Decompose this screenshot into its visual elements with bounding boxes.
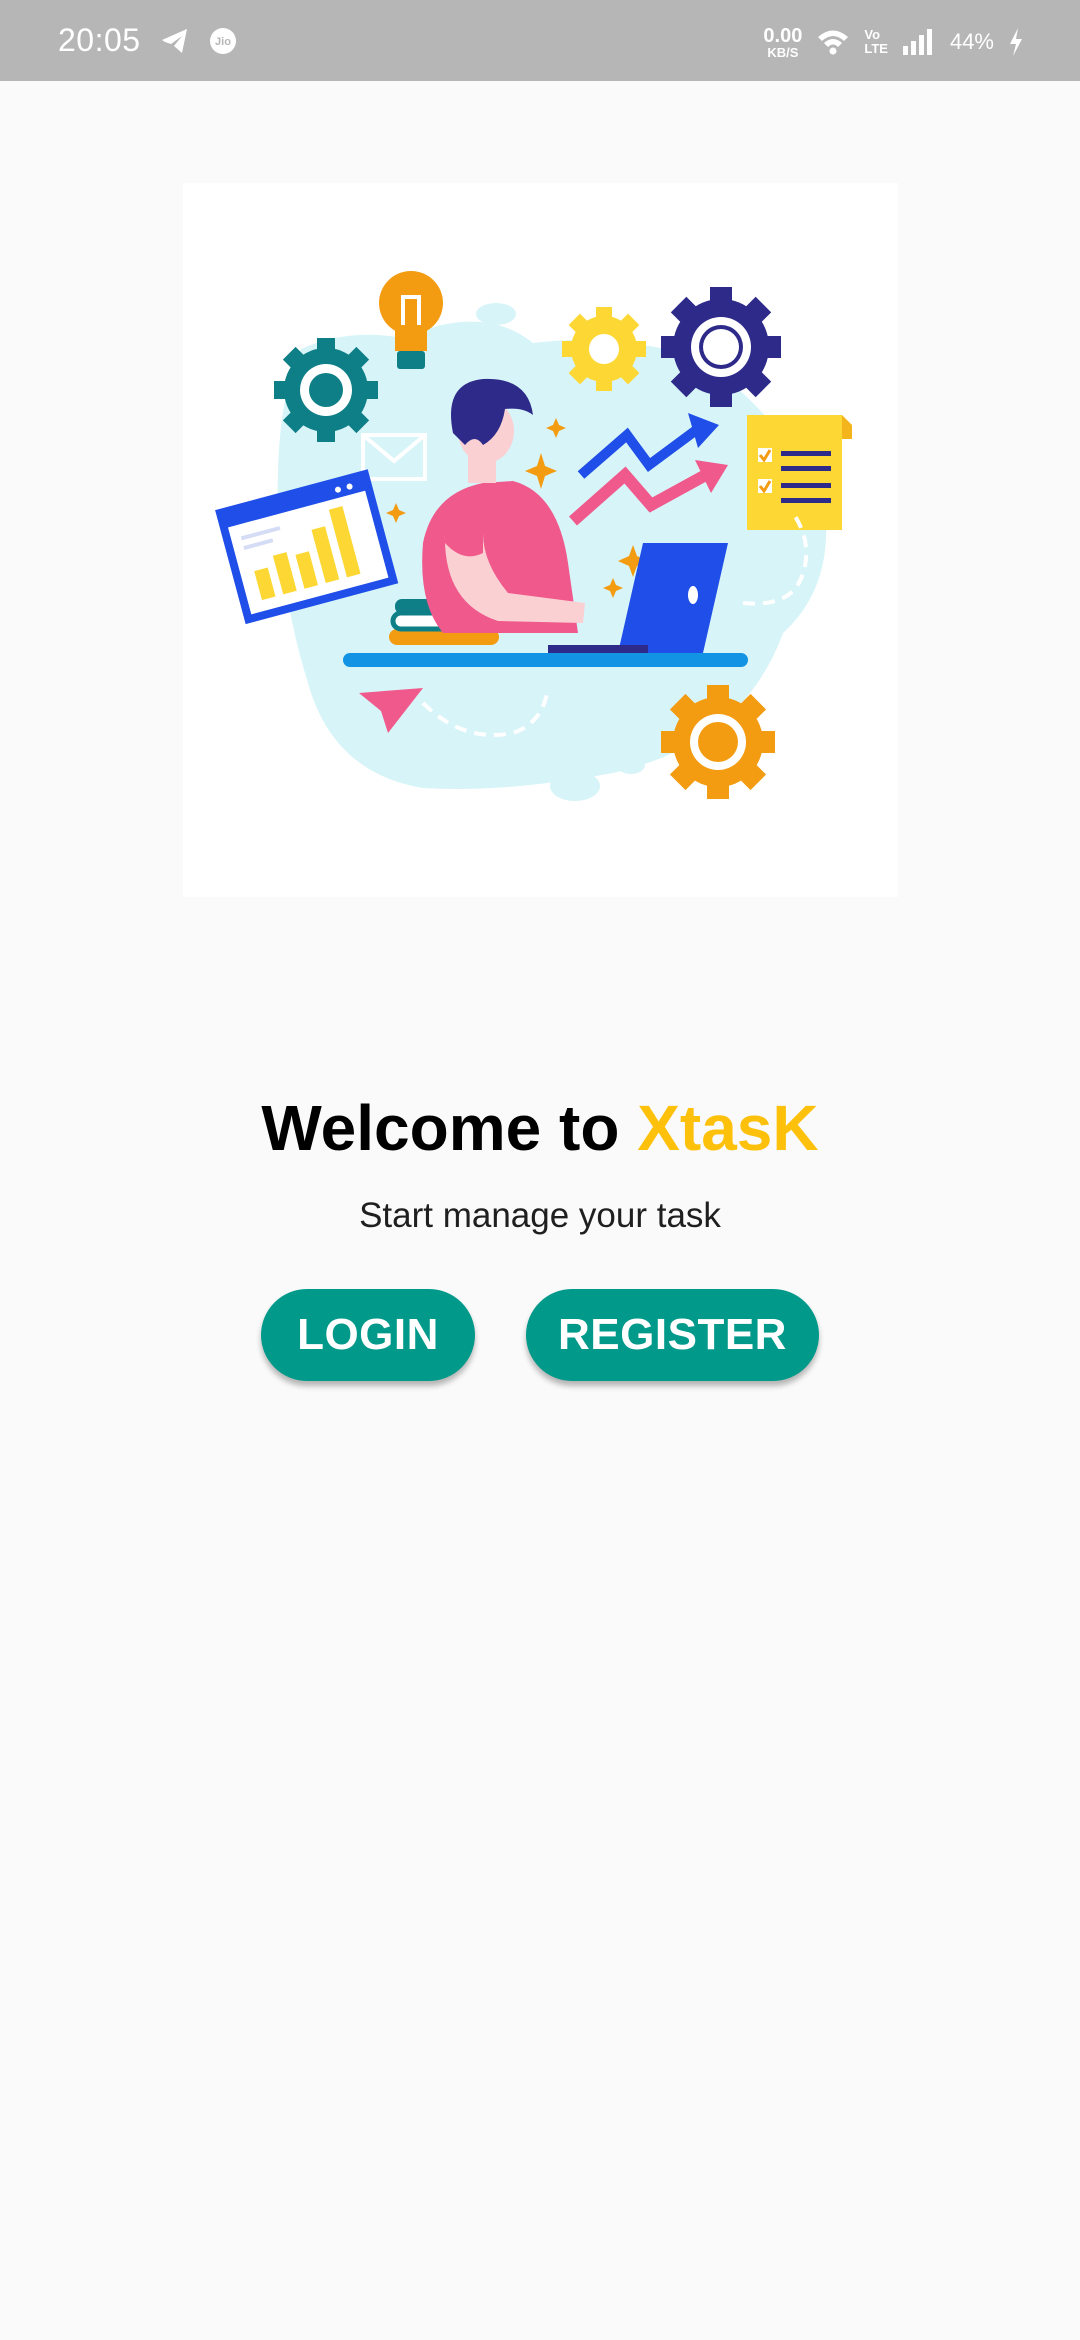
wifi-icon bbox=[818, 30, 849, 55]
brand-name: XtasK bbox=[637, 1092, 819, 1164]
svg-text:Jio: Jio bbox=[215, 36, 231, 48]
desk bbox=[343, 653, 748, 667]
jio-icon: Jio bbox=[210, 28, 236, 54]
status-bar: 20:05 Jio 0.00 KB/S Vo LTE 44% bbox=[0, 0, 1080, 81]
orange-gear bbox=[661, 685, 775, 799]
hero-illustration bbox=[183, 183, 898, 897]
login-button[interactable]: LOGIN bbox=[261, 1289, 475, 1381]
system-indicators: 0.00 KB/S Vo LTE 44% bbox=[763, 22, 1024, 62]
volte-indicator: Vo LTE bbox=[864, 28, 888, 55]
yellow-gear bbox=[562, 307, 646, 391]
network-speed-unit: KB/S bbox=[767, 44, 799, 60]
signal-icon bbox=[902, 29, 932, 55]
network-speed-value: 0.00 bbox=[763, 24, 803, 47]
subtitle: Start manage your task bbox=[359, 1196, 721, 1235]
teal-gear bbox=[274, 338, 378, 442]
charging-icon bbox=[1010, 28, 1022, 56]
welcome-heading: Welcome to XtasK bbox=[0, 1080, 1080, 1176]
status-time: 20:05 bbox=[58, 22, 141, 58]
notification-icons: Jio bbox=[160, 24, 238, 58]
welcome-prefix: Welcome to bbox=[261, 1092, 620, 1164]
volte-top: Vo bbox=[864, 27, 881, 43]
checklist-note bbox=[747, 415, 852, 530]
navy-gear bbox=[661, 287, 781, 407]
register-button[interactable]: REGISTER bbox=[526, 1289, 819, 1381]
network-speed: 0.00 KB/S bbox=[763, 26, 802, 59]
battery-percent: 44% bbox=[949, 29, 994, 54]
volte-bottom: LTE bbox=[864, 41, 888, 56]
telegram-icon bbox=[162, 29, 187, 53]
